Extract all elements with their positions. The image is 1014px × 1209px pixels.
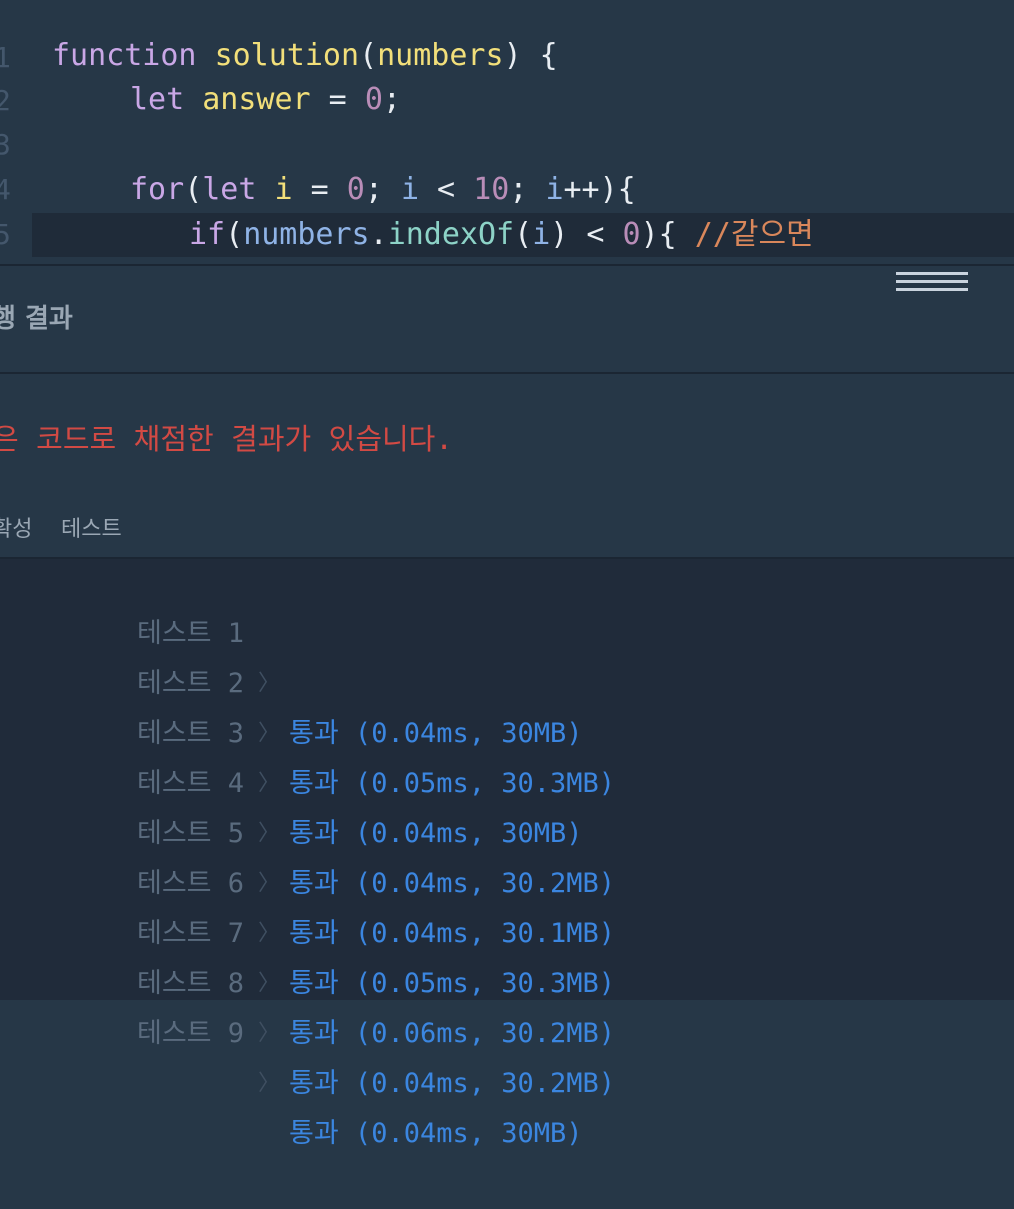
- chevron-right-icon: 〉: [258, 1021, 281, 1046]
- grading-notice: 은 코드로 채점한 결과가 있습니다.: [0, 422, 453, 456]
- punct: (: [184, 172, 203, 207]
- test-result-row: 테스트 7 〉 통과 (0.06ms, 30.2MB): [0, 859, 1014, 1049]
- punct: .: [369, 217, 388, 252]
- keyword-for: for: [130, 172, 185, 207]
- keyword-function: function: [52, 38, 197, 73]
- test-result-row: 테스트 9 〉 통과 (0.04ms, 30MB): [0, 959, 1014, 1149]
- keyword-if: if: [189, 217, 226, 252]
- param-numbers: numbers: [377, 38, 504, 73]
- number-literal: 0: [364, 82, 383, 117]
- test-result-row: 테스트 4 〉 통과 (0.04ms, 30.2MB): [0, 709, 1014, 899]
- test-result-row: 테스트 1 〉 통과 (0.04ms, 30MB): [0, 559, 1014, 749]
- line-number: 6: [0, 257, 24, 264]
- test-result-row: 테스트 6 〉 통과 (0.05ms, 30.3MB): [0, 809, 1014, 999]
- var-answer: answer: [202, 82, 311, 117]
- keyword-let: let: [130, 82, 185, 117]
- function-name: solution: [214, 38, 360, 73]
- code-line-2[interactable]: 2 function solution(numbers) {: [0, 33, 1014, 117]
- punct: ;: [509, 172, 546, 207]
- number-literal: 0: [346, 172, 365, 207]
- code-comment: //같으면: [694, 217, 814, 252]
- code-line-6[interactable]: 6 if(numbers.indexOf(i) < 0){ //같으면: [0, 212, 1014, 264]
- test-status: 통과 (0.06ms, 30.2MB): [289, 1018, 616, 1049]
- result-panel-title: 행 결과: [0, 304, 73, 334]
- number-literal: 0: [622, 217, 641, 252]
- method-indexof: indexOf: [387, 217, 515, 252]
- punct: ++){: [563, 172, 636, 207]
- test-name: 테스트 9: [137, 1018, 245, 1049]
- var-i: i: [532, 217, 551, 252]
- var-numbers: numbers: [243, 217, 370, 252]
- number-literal: 10: [473, 172, 510, 207]
- var-i: i: [274, 172, 293, 207]
- punct: (: [514, 217, 533, 252]
- punct: =: [310, 82, 365, 117]
- punct: (: [225, 217, 244, 252]
- punct: ;: [382, 82, 401, 117]
- test-result-row: 테스트 2 〉 통과 (0.05ms, 30.3MB): [0, 609, 1014, 799]
- code-text: for(let i = 0; i < 10; i++){: [130, 167, 636, 212]
- var-i: i: [400, 172, 419, 207]
- punct: <: [568, 217, 623, 252]
- keyword-let: let: [202, 172, 257, 207]
- code-text: if(numbers.indexOf(i) < 0){ //같으면: [189, 212, 814, 257]
- code-line-1[interactable]: 1: [0, 0, 1014, 74]
- punct: ){: [640, 217, 677, 252]
- result-tabs: 확성 테스트: [0, 508, 1014, 552]
- test-status: 통과 (0.04ms, 30MB): [289, 1118, 583, 1149]
- chevron-right-icon: 〉: [258, 1071, 281, 1096]
- test-status: 통과 (0.04ms, 30.2MB): [289, 1068, 616, 1099]
- test-result-row: 테스트 5 〉 통과 (0.04ms, 30.1MB): [0, 759, 1014, 949]
- test-results-list: 테스트 1 〉 통과 (0.04ms, 30MB) 테스트 2 〉 통과 (0.…: [0, 559, 1014, 1149]
- test-result-row: 테스트 3 〉 통과 (0.04ms, 30MB): [0, 659, 1014, 849]
- punct: ): [550, 217, 569, 252]
- result-panel-header: [0, 266, 1014, 372]
- test-result-row: 테스트 8 〉 통과 (0.04ms, 30.2MB): [0, 909, 1014, 1099]
- punct: ) {: [503, 38, 558, 73]
- punct: =: [292, 172, 347, 207]
- code-line-4[interactable]: 4: [0, 122, 1014, 206]
- header-divider: [0, 372, 1014, 374]
- punct: (: [359, 38, 378, 73]
- code-editor[interactable]: 1 2 function solution(numbers) { 3 let a…: [0, 0, 1014, 264]
- punct: ;: [364, 172, 401, 207]
- code-text: function solution(numbers) {: [52, 33, 558, 78]
- tab-accuracy[interactable]: 확성: [0, 508, 32, 552]
- code-text: let answer = 0;: [130, 77, 401, 122]
- punct: <: [419, 172, 474, 207]
- tab-test[interactable]: 테스트: [61, 508, 122, 552]
- var-i: i: [545, 172, 564, 207]
- hamburger-icon[interactable]: [896, 272, 968, 292]
- code-line-5[interactable]: 5 for(let i = 0; i < 10; i++){: [0, 167, 1014, 251]
- code-line-3[interactable]: 3 let answer = 0;: [0, 77, 1014, 161]
